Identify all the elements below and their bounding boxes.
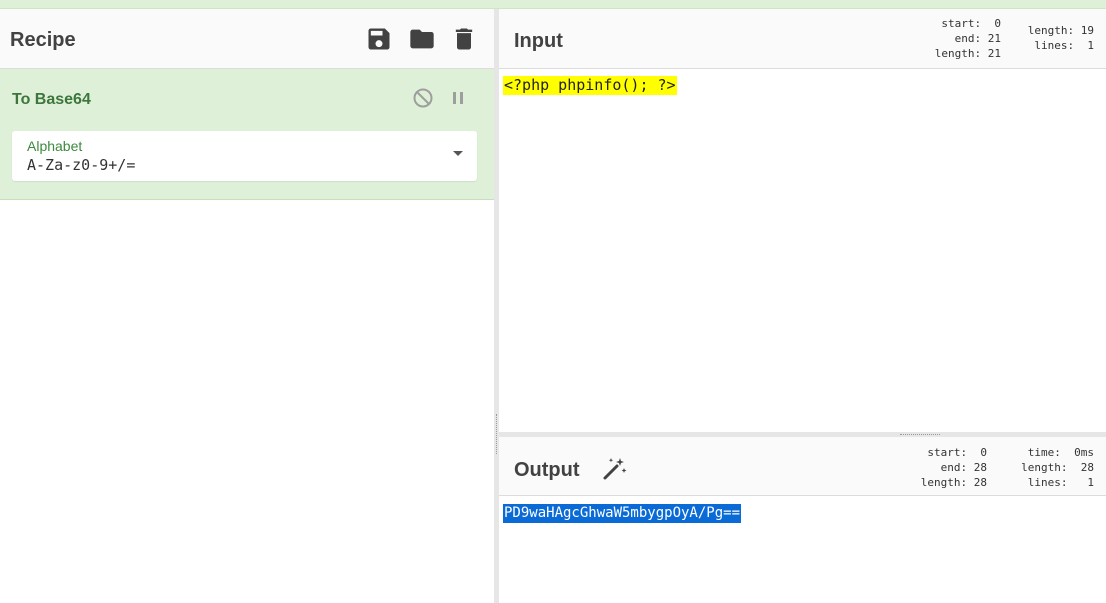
output-text-area[interactable]: PD9waHAgcGhwaW5mbygpOyA/Pg==: [503, 504, 742, 523]
alphabet-label: Alphabet: [27, 138, 83, 154]
pause-icon[interactable]: [446, 86, 470, 110]
input-text-area[interactable]: <?php phpinfo(); ?>: [503, 76, 677, 95]
output-document-stats: time: 0ms length: 28 lines: 1: [1021, 446, 1094, 489]
recipe-title: Recipe: [10, 29, 76, 51]
input-title: Input: [514, 30, 563, 52]
operation-title: To Base64: [12, 91, 91, 108]
folder-icon[interactable]: [408, 25, 436, 53]
alphabet-select[interactable]: Alphabet A-Za-z0-9+/=: [12, 131, 477, 181]
output-pane: Output start: 0 end: 28 length: 28 time:…: [499, 437, 1106, 603]
output-selection-stats: start: 0 end: 28 length: 28: [920, 446, 987, 489]
input-selection-stats: start: 0 end: 21 length: 21: [934, 17, 1001, 60]
output-header: Output start: 0 end: 28 length: 28 time:…: [499, 437, 1106, 496]
alphabet-value: A-Za-z0-9+/=: [27, 156, 136, 174]
vertical-splitter-grip: [496, 414, 497, 454]
recipe-header: Recipe: [0, 9, 494, 69]
output-title: Output: [514, 459, 580, 481]
input-document-stats: length: 19 lines: 1: [1027, 24, 1094, 52]
operation-card[interactable]: To Base64 Alphabet A-Za-z0-9+/=: [0, 69, 494, 200]
input-pane: Input start: 0 end: 21 length: 21 length…: [499, 9, 1106, 432]
trash-icon[interactable]: [450, 25, 478, 53]
horizontal-splitter-grip: [900, 434, 940, 435]
disable-icon[interactable]: [411, 86, 435, 110]
top-banner-strip: [0, 0, 1106, 9]
recipe-pane: Recipe To Base64 Alphabet A-Za-z0-9+/=: [0, 9, 494, 603]
input-header: Input start: 0 end: 21 length: 21 length…: [499, 9, 1106, 69]
save-icon[interactable]: [365, 25, 393, 53]
magic-wand-icon[interactable]: [600, 455, 628, 483]
chevron-down-icon: [453, 151, 463, 156]
